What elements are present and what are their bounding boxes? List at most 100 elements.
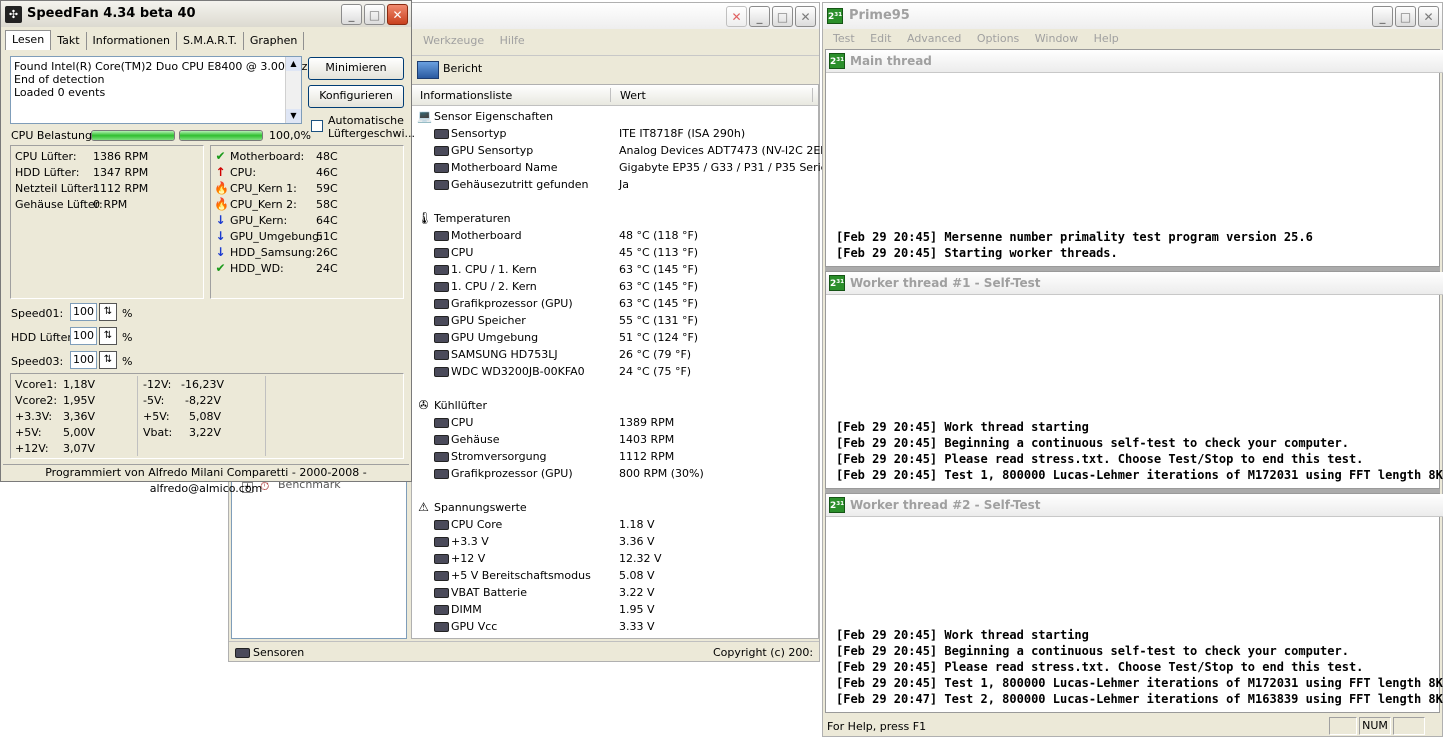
status-cell-empty-2 <box>1393 717 1425 735</box>
aida-menu-hilfe[interactable]: Hilfe <box>500 34 525 47</box>
aida-close-x-icon[interactable]: ✕ <box>726 6 747 27</box>
speedfan-log[interactable]: Found Intel(R) Core(TM)2 Duo CPU E8400 @… <box>10 56 307 124</box>
sensor-value: Ja <box>619 178 629 191</box>
arrow-down-icon: ↓ <box>215 245 226 259</box>
sensor-label[interactable]: Grafikprozessor (GPU) <box>451 297 573 310</box>
section-header[interactable]: Temperaturen <box>434 212 511 225</box>
temp-label: GPU_Umgebung: <box>230 230 323 243</box>
prime95-close-button[interactable]: ✕ <box>1418 6 1439 27</box>
spin-arrows-icon[interactable]: ⇅ <box>99 303 117 321</box>
speed-input[interactable]: 100 <box>70 327 97 345</box>
spin-arrows-icon[interactable]: ⇅ <box>99 327 117 345</box>
sensor-label[interactable]: DIMM <box>451 603 482 616</box>
prime-menu-test[interactable]: Test <box>833 32 855 45</box>
aida-close-button[interactable]: ✕ <box>795 6 816 27</box>
sensor-label[interactable]: GPU Vcc <box>451 620 497 633</box>
tab-smart[interactable]: S.M.A.R.T. <box>177 32 244 50</box>
temp-label: HDD_Samsung: <box>230 246 316 259</box>
sensor-label[interactable]: +12 V <box>451 552 485 565</box>
tab-informationen[interactable]: Informationen <box>87 32 177 50</box>
temp-value: 26C <box>316 246 338 259</box>
section-header[interactable]: Sensor Eigenschaften <box>434 110 553 123</box>
minimieren-button[interactable]: Minimieren <box>308 57 404 80</box>
speedfan-title: SpeedFan 4.34 beta 40 <box>27 6 196 21</box>
report-icon <box>417 61 439 79</box>
sensor-label[interactable]: Stromversorgung <box>451 450 547 463</box>
sensor-label[interactable]: CPU Core <box>451 518 502 531</box>
sensor-label[interactable]: GPU Sensortyp <box>451 144 533 157</box>
sensor-label[interactable]: WDC WD3200JB-00KFA0 <box>451 365 585 378</box>
prime95-titlebar: 2³¹ Prime95 _ □ ✕ <box>823 3 1442 29</box>
sensor-label[interactable]: +3.3 V <box>451 535 489 548</box>
sensor-label[interactable]: GPU Umgebung <box>451 331 538 344</box>
tab-lesen[interactable]: Lesen <box>5 30 52 50</box>
col-informationsliste[interactable]: Informationsliste <box>420 89 512 102</box>
sensor-label[interactable]: 1. CPU / 2. Kern <box>451 280 537 293</box>
sensor-label[interactable]: CPU <box>451 416 473 429</box>
sensor-label[interactable]: Motherboard Name <box>451 161 558 174</box>
col-wert[interactable]: Wert <box>620 89 646 102</box>
sensor-label[interactable]: Sensortyp <box>451 127 507 140</box>
prime-menu-window[interactable]: Window <box>1035 32 1078 45</box>
sensor-value: 26 °C (79 °F) <box>619 348 692 361</box>
prime95-maximize-button[interactable]: □ <box>1395 6 1416 27</box>
prime-menu-options[interactable]: Options <box>977 32 1019 45</box>
log-scrollbar[interactable]: ▲ ▼ <box>285 57 301 123</box>
sensor-label[interactable]: VBAT Batterie <box>451 586 527 599</box>
konfigurieren-button[interactable]: Konfigurieren <box>308 85 404 108</box>
percent-sign: % <box>122 331 133 344</box>
section-header[interactable]: Spannungswerte <box>434 501 527 514</box>
section-header[interactable]: Kühllüfter <box>434 399 487 412</box>
aida-menu-werkzeuge[interactable]: Werkzeuge <box>423 34 484 47</box>
sensor-label[interactable]: GPU Speicher <box>451 314 526 327</box>
speedfan-maximize-button[interactable]: □ <box>364 4 385 25</box>
sensor-label[interactable]: Motherboard <box>451 229 522 242</box>
sensor-row-icon <box>434 452 449 465</box>
log-line: End of detection <box>14 73 105 86</box>
sensor-row-icon <box>434 333 449 346</box>
volt-label: -12V: <box>143 378 172 391</box>
log-line: [Feb 29 20:45] Test 1, 800000 Lucas-Lehm… <box>836 676 1443 690</box>
speed-input[interactable]: 100 <box>70 351 97 369</box>
temp-label: GPU_Kern: <box>230 214 288 227</box>
prime-menu-help[interactable]: Help <box>1094 32 1119 45</box>
speedfan-minimize-button[interactable]: _ <box>341 4 362 25</box>
speedfan-footer: Programmiert von Alfredo Milani Comparet… <box>3 464 409 495</box>
speedfan-window: ✣ SpeedFan 4.34 beta 40 _ □ ✕ Lesen Takt… <box>0 0 415 495</box>
volt-value: 5,00V <box>63 426 96 439</box>
flame-icon: 🔥 <box>214 181 229 195</box>
speedfan-close-button[interactable]: ✕ <box>387 4 408 25</box>
status-num: NUM <box>1359 717 1391 735</box>
aida-maximize-button[interactable]: □ <box>772 6 793 27</box>
sensor-value: Gigabyte EP35 / G33 / P31 / P35 Series <box>619 161 834 174</box>
sensor-label[interactable]: SAMSUNG HD753LJ <box>451 348 558 361</box>
scroll-down-icon[interactable]: ▼ <box>286 109 301 123</box>
sensor-label[interactable]: 1. CPU / 1. Kern <box>451 263 537 276</box>
col-divider[interactable] <box>610 88 611 102</box>
auto-fan-label[interactable]: Automatische Lüftergeschwi... <box>328 114 415 140</box>
prime95-minimize-button[interactable]: _ <box>1372 6 1393 27</box>
auto-fan-checkbox[interactable] <box>311 120 323 132</box>
sensor-label[interactable]: +5 V Bereitschaftsmodus <box>451 569 591 582</box>
tab-takt[interactable]: Takt <box>51 32 87 50</box>
speed-input[interactable]: 100 <box>70 303 97 321</box>
fan-value: 1347 RPM <box>93 166 149 179</box>
sensor-label[interactable]: CPU <box>451 246 473 259</box>
prime-menu-advanced[interactable]: Advanced <box>907 32 961 45</box>
spin-arrows-icon[interactable]: ⇅ <box>99 351 117 369</box>
sensor-label[interactable]: Gehäuse <box>451 433 499 446</box>
check-icon: ✔ <box>215 149 226 163</box>
sensor-row-icon <box>434 316 449 329</box>
scroll-up-icon[interactable]: ▲ <box>286 57 301 71</box>
sensor-label[interactable]: Gehäusezutritt gefunden <box>451 178 589 191</box>
prime-menu-edit[interactable]: Edit <box>870 32 891 45</box>
sensor-label[interactable]: Grafikprozessor (GPU) <box>451 467 573 480</box>
prime95-title: Prime95 <box>849 8 910 23</box>
fan-label: HDD Lüfter: <box>15 166 80 179</box>
sensor-row-icon <box>434 282 449 295</box>
cpu-load-percent: 100,0% <box>269 129 311 142</box>
sensor-row-icon <box>434 469 449 482</box>
aida-minimize-button[interactable]: _ <box>749 6 770 27</box>
tab-graphen[interactable]: Graphen <box>244 32 305 50</box>
report-button[interactable]: Bericht <box>443 62 482 75</box>
